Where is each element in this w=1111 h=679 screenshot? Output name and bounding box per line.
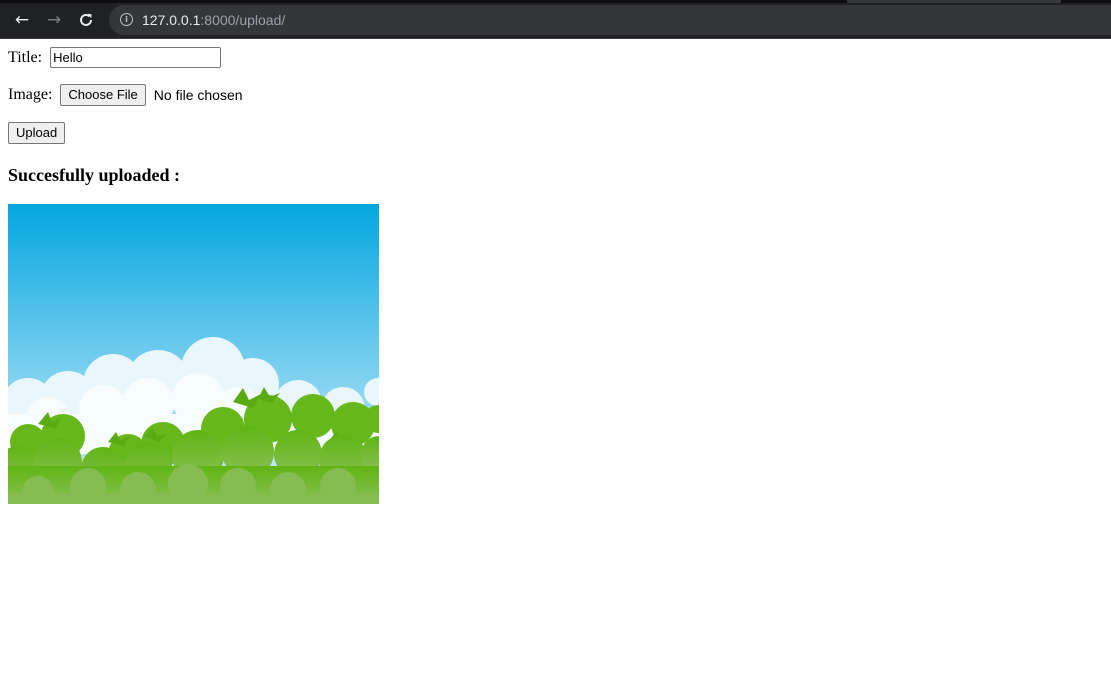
info-icon[interactable]: i xyxy=(120,13,133,26)
title-label: Title: xyxy=(8,48,43,66)
choose-file-button[interactable]: Choose File xyxy=(60,84,146,106)
reload-icon[interactable] xyxy=(75,9,97,31)
forward-icon[interactable]: → xyxy=(43,9,65,31)
back-icon[interactable]: ← xyxy=(11,9,33,31)
title-input[interactable]: Hello xyxy=(50,47,222,68)
upload-row: Upload xyxy=(8,122,66,144)
uploaded-image xyxy=(8,204,379,504)
file-status: No file chosen xyxy=(153,87,243,103)
success-heading: Succesfully uploaded : xyxy=(8,165,181,185)
image-label: Image: xyxy=(8,86,53,103)
active-tab[interactable] xyxy=(847,0,1061,3)
browser-toolbar: ← → i 127.0.0.1:8000/upload/ xyxy=(0,0,1111,39)
upload-button[interactable]: Upload xyxy=(8,122,66,144)
url-text[interactable]: 127.0.0.1:8000/upload/ xyxy=(142,12,285,28)
title-row: Title: Hello xyxy=(8,47,222,68)
address-bar[interactable]: i 127.0.0.1:8000/upload/ xyxy=(109,5,1111,35)
image-row: Image: Choose File No file chosen xyxy=(8,84,243,106)
